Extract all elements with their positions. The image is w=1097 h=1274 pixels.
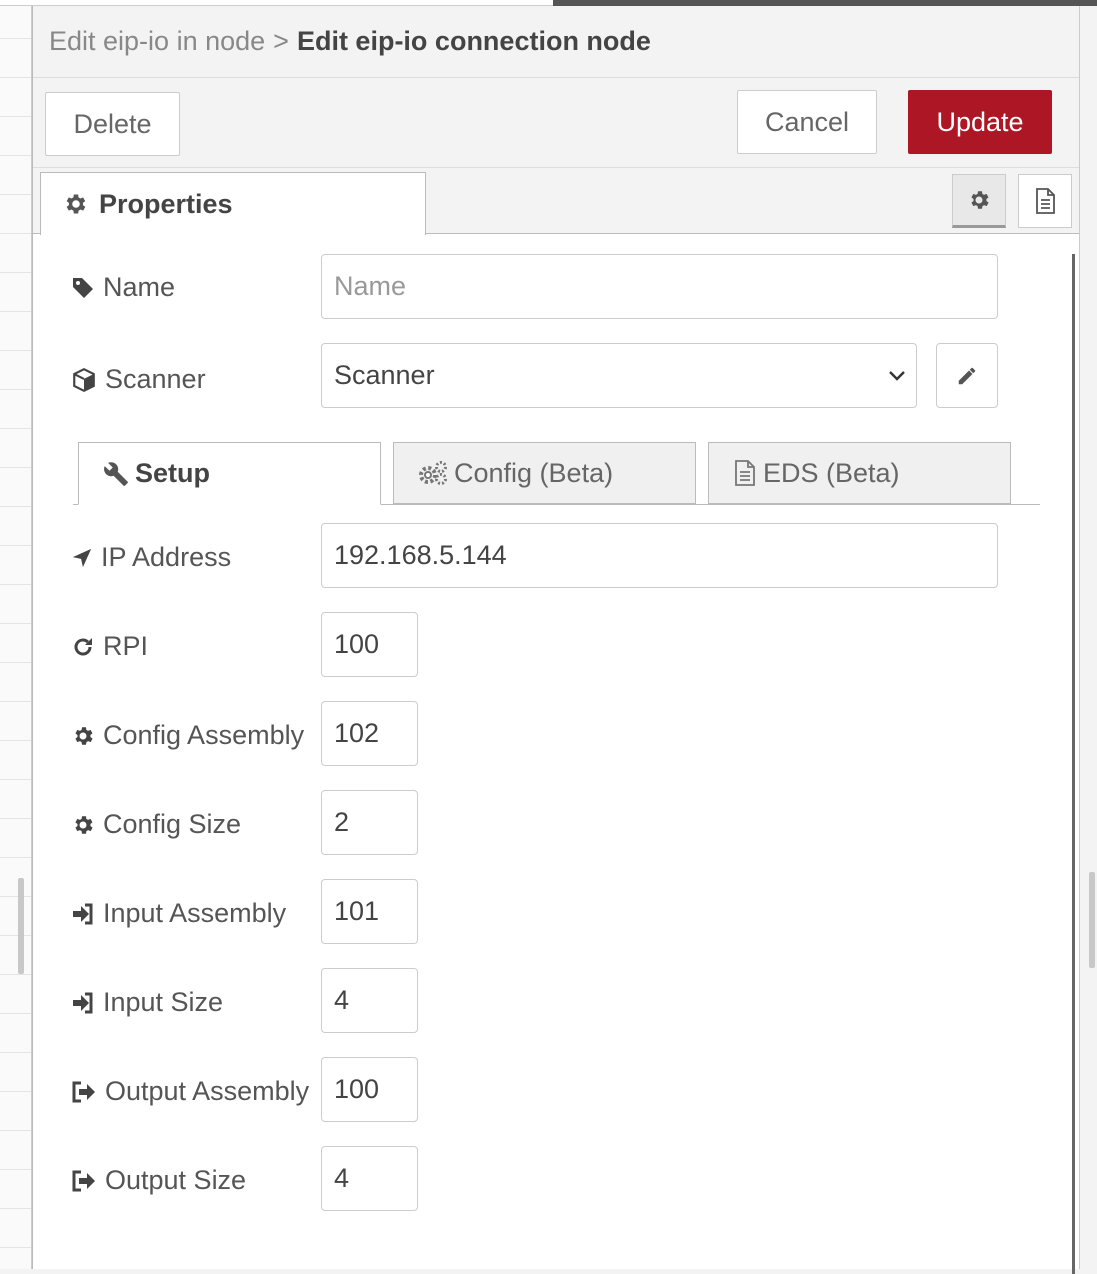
resize-handle[interactable]	[18, 878, 24, 974]
file-icon	[735, 460, 755, 486]
gear-icon	[66, 194, 86, 214]
scrollbar[interactable]	[1072, 254, 1075, 1274]
setup-subtabs: Setup Config (Beta) EDS (Beta)	[73, 442, 1040, 505]
gear-icon	[75, 726, 93, 745]
cube-icon	[73, 367, 95, 392]
breadcrumb: Edit eip-io in node > Edit eip-io connecti…	[49, 26, 651, 57]
delete-button[interactable]: Delete	[45, 92, 180, 156]
tab-node-properties[interactable]	[952, 174, 1006, 228]
workspace-canvas	[0, 0, 32, 1269]
sign-in-icon	[73, 992, 93, 1013]
input-size-label-text: Input Size	[103, 987, 224, 1017]
scanner-label-text: Scanner	[105, 364, 206, 394]
gear-icon	[75, 815, 93, 834]
input-size-input[interactable]: 4	[321, 968, 418, 1033]
chevron-down-icon	[889, 370, 905, 381]
input-assembly-label-text: Input Assembly	[103, 898, 287, 928]
input-assembly-label: Input Assembly	[71, 898, 286, 929]
sidebar-resize-handle[interactable]	[1089, 872, 1095, 968]
subtab-eds[interactable]: EDS (Beta)	[708, 442, 1011, 504]
breadcrumb-parent[interactable]: Edit eip-io in node	[49, 26, 265, 56]
sign-in-icon	[73, 903, 93, 924]
output-assembly-label-text: Output Assembly	[105, 1076, 310, 1106]
config-size-label: Config Size	[71, 809, 241, 840]
scanner-label: Scanner	[71, 364, 206, 395]
output-assembly-input[interactable]: 100	[321, 1057, 418, 1122]
gear-icon	[971, 191, 989, 209]
output-size-label-text: Output Size	[105, 1165, 247, 1195]
subtab-setup[interactable]: Setup	[78, 442, 381, 505]
pencil-icon	[958, 367, 976, 384]
scanner-select-value: Scanner	[334, 360, 435, 390]
cancel-button[interactable]: Cancel	[737, 90, 877, 154]
tab-properties-label: Properties	[99, 188, 233, 219]
tag-icon	[73, 277, 93, 298]
config-assembly-label-text: Config Assembly	[103, 720, 305, 750]
input-size-label: Input Size	[71, 987, 223, 1018]
edit-tray: Edit eip-io in node > Edit eip-io connecti…	[32, 6, 1080, 1274]
wrench-icon	[104, 461, 128, 486]
update-button[interactable]: Update	[908, 90, 1052, 154]
name-label: Name	[71, 272, 175, 303]
properties-form: Name Name Scanner Scanner Setup Config (…	[33, 234, 1080, 1274]
input-assembly-input[interactable]: 101	[321, 879, 418, 944]
tab-description[interactable]	[1018, 174, 1072, 228]
location-arrow-icon	[72, 548, 92, 567]
name-label-text: Name	[103, 272, 176, 302]
config-assembly-label: Config Assembly	[71, 720, 304, 751]
output-size-label: Output Size	[71, 1165, 246, 1196]
ip-address-label-text: IP Address	[101, 542, 232, 572]
document-icon	[1036, 188, 1055, 214]
config-size-input[interactable]: 2	[321, 790, 418, 855]
tray-toolbar: Delete Cancel Update	[33, 78, 1079, 168]
sign-out-icon	[72, 1081, 95, 1102]
subtab-config-label: Config (Beta)	[454, 457, 614, 488]
breadcrumb-separator: >	[273, 26, 289, 56]
tray-header: Edit eip-io in node > Edit eip-io connecti…	[33, 6, 1079, 78]
name-input[interactable]: Name	[321, 254, 998, 319]
tray-tabs: Properties	[33, 168, 1080, 235]
config-assembly-input[interactable]: 102	[321, 701, 418, 766]
subtab-setup-label: Setup	[135, 458, 211, 488]
breadcrumb-current: Edit eip-io connection node	[296, 26, 651, 56]
tab-properties[interactable]: Properties	[40, 172, 426, 235]
rpi-input[interactable]: 100	[321, 612, 418, 677]
output-size-input[interactable]: 4	[321, 1146, 418, 1211]
refresh-icon	[74, 637, 92, 655]
sign-out-icon	[72, 1170, 95, 1191]
subtab-config[interactable]: Config (Beta)	[393, 442, 696, 504]
ip-address-label: IP Address	[71, 542, 231, 573]
subtab-eds-label: EDS (Beta)	[763, 457, 900, 488]
ip-address-input[interactable]: 192.168.5.144	[321, 523, 998, 588]
edit-scanner-button[interactable]	[936, 343, 998, 408]
right-sidebar-edge	[1079, 6, 1097, 1269]
config-size-label-text: Config Size	[103, 809, 242, 839]
rpi-label: RPI	[71, 631, 148, 662]
gears-icon	[419, 461, 447, 485]
output-assembly-label: Output Assembly	[71, 1076, 309, 1107]
rpi-label-text: RPI	[103, 631, 149, 661]
scanner-select[interactable]: Scanner	[321, 343, 917, 408]
